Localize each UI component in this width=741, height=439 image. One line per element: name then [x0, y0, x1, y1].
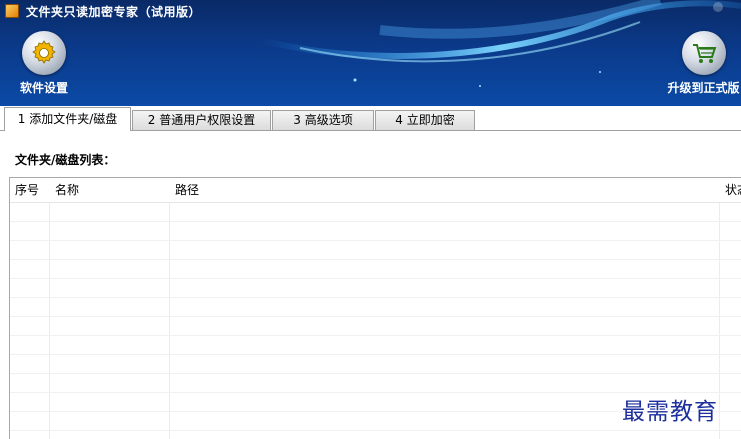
title-bar: 文件夹只读加密专家（试用版）	[0, 0, 741, 22]
table-row	[10, 373, 741, 374]
table-row	[10, 221, 741, 222]
column-divider	[719, 178, 720, 439]
app-logo-icon	[5, 4, 19, 18]
settings-button[interactable]: 软件设置	[14, 31, 74, 96]
settings-label: 软件设置	[19, 81, 68, 95]
window-title: 文件夹只读加密专家（试用版）	[26, 4, 202, 19]
table-row	[10, 259, 741, 260]
gear-icon	[22, 31, 66, 75]
shopping-cart-icon	[681, 31, 726, 75]
table-row	[10, 240, 741, 241]
upgrade-button[interactable]: 升级到正式版	[666, 31, 741, 96]
tab-encrypt-now[interactable]: 4 立即加密	[375, 110, 475, 130]
upgrade-label: 升级到正式版	[667, 81, 740, 95]
column-header-index[interactable]: 序号	[10, 178, 50, 202]
column-header-path[interactable]: 路径	[170, 178, 720, 202]
table-row	[10, 297, 741, 298]
table-header: 序号 名称 路径 状态	[10, 178, 741, 203]
table-row	[10, 354, 741, 355]
column-divider	[49, 178, 50, 439]
table-row	[10, 430, 741, 431]
column-header-name[interactable]: 名称	[50, 178, 170, 202]
tab-advanced-options[interactable]: 3 高级选项	[272, 110, 374, 130]
tab-user-permissions[interactable]: 2 普通用户权限设置	[132, 110, 271, 130]
column-divider	[169, 178, 170, 439]
table-row	[10, 335, 741, 336]
list-label: 文件夹/磁盘列表：	[15, 153, 116, 167]
table-row	[10, 278, 741, 279]
tab-add-folder[interactable]: 1 添加文件夹/磁盘	[4, 107, 131, 131]
column-header-status[interactable]: 状态	[720, 178, 741, 202]
app-header: 文件夹只读加密专家（试用版） 软件设置 升级到正式版	[0, 0, 741, 106]
window-control-icon[interactable]	[713, 2, 723, 12]
table-row	[10, 316, 741, 317]
watermark-text: 最需教育	[622, 399, 718, 425]
